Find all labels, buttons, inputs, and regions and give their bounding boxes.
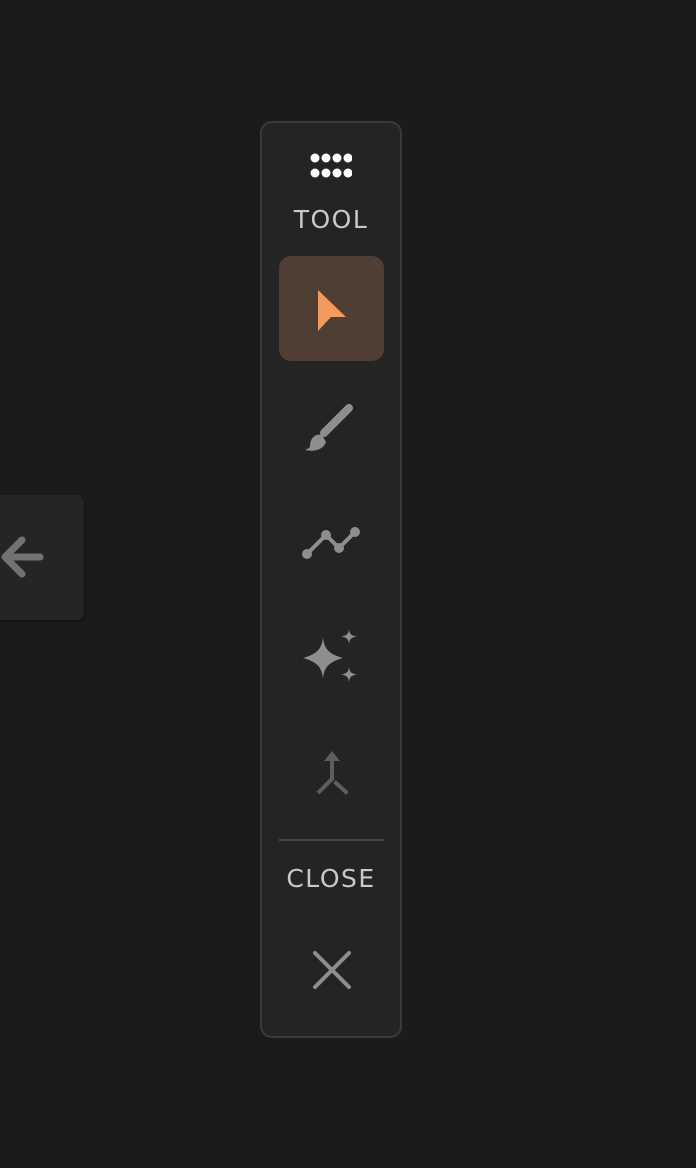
tool-section-label: TOOL bbox=[293, 205, 369, 234]
close-button[interactable] bbox=[279, 917, 384, 1022]
tool-palette: TOOL CLOSE bbox=[260, 121, 402, 1038]
drag-handle[interactable] bbox=[262, 151, 400, 181]
close-icon bbox=[312, 950, 351, 989]
select-tool-button[interactable] bbox=[279, 256, 384, 361]
magic-tool-button[interactable] bbox=[279, 605, 384, 710]
merge-arrow-icon bbox=[316, 750, 349, 795]
arrow-left-icon bbox=[1, 536, 44, 578]
collapse-panel-button[interactable] bbox=[0, 495, 84, 620]
divider bbox=[279, 839, 384, 841]
polyline-tool-button[interactable] bbox=[279, 489, 384, 594]
paintbrush-icon bbox=[304, 403, 353, 451]
sparkles-icon bbox=[302, 628, 357, 682]
pointer-arrow-icon bbox=[317, 289, 346, 331]
grip-dots-icon bbox=[310, 153, 352, 178]
close-section-label: CLOSE bbox=[286, 864, 376, 893]
merge-tool-button bbox=[279, 721, 384, 826]
brush-tool-button[interactable] bbox=[279, 373, 384, 478]
polyline-icon bbox=[301, 526, 360, 559]
